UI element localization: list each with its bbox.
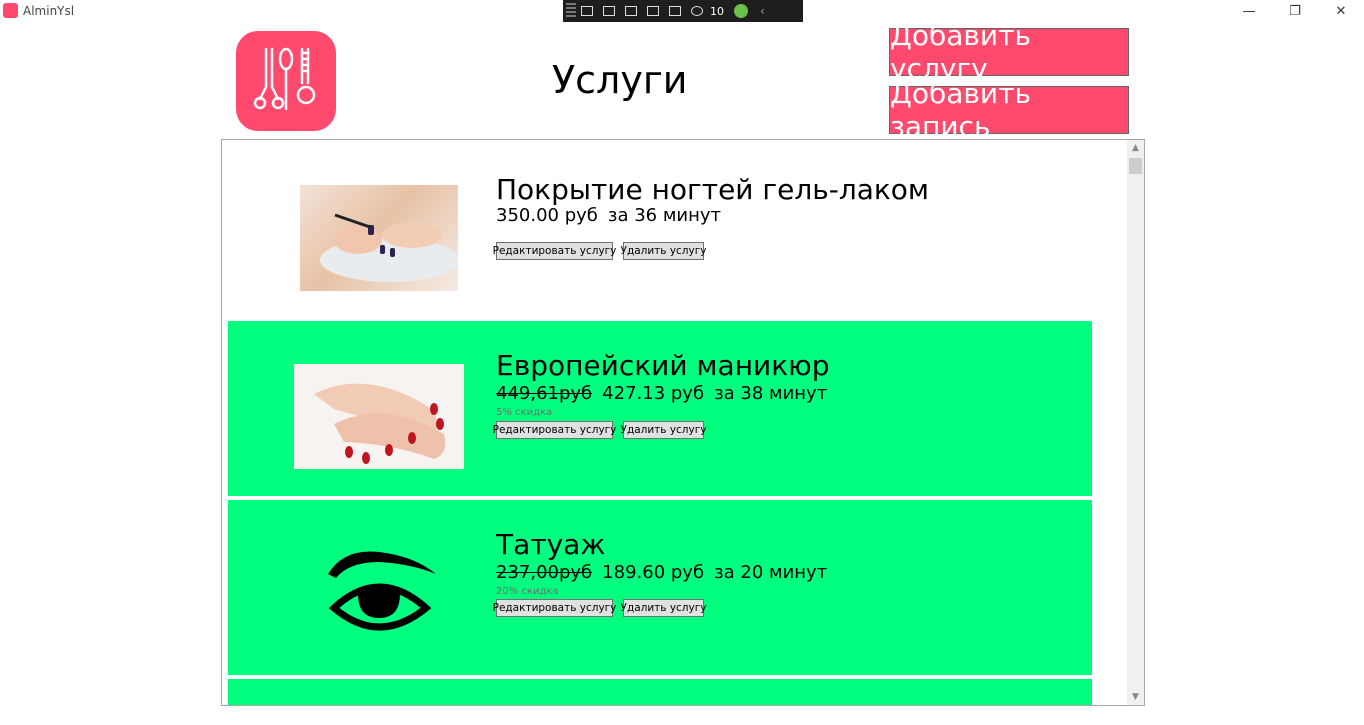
edit-service-button[interactable]: Редактировать услугу — [493, 242, 616, 260]
toolbar-grip-icon[interactable] — [566, 3, 576, 19]
eye-brow-icon — [324, 546, 436, 646]
manicure-photo — [294, 364, 464, 469]
check-icon[interactable] — [734, 4, 748, 18]
debug-toolbar: 10 ‹ — [563, 0, 803, 22]
live-tree-icon[interactable] — [576, 2, 598, 20]
service-price-line: 350.00 руб за 36 минут — [496, 205, 721, 226]
scroll-thumb[interactable] — [1129, 158, 1142, 174]
delete-service-button[interactable]: Удалить услугу — [621, 599, 706, 617]
app-icon — [3, 3, 18, 18]
service-name: Татуаж — [496, 528, 606, 561]
service-discount: 20% скидка — [496, 586, 559, 597]
service-duration: за 20 минут — [714, 562, 828, 583]
video-icon[interactable] — [598, 2, 620, 20]
scroll-up-icon[interactable]: ▲ — [1127, 140, 1144, 156]
edit-service-button[interactable]: Редактировать услугу — [493, 599, 616, 617]
page-title: Услуги — [552, 58, 688, 102]
service-price-line: 237,00руб 189.60 руб за 20 минут — [496, 562, 827, 583]
service-name: Покрытие ногтей гель-лаком — [496, 173, 930, 206]
gel-polish-photo — [300, 185, 460, 291]
close-button[interactable]: ✕ — [1318, 0, 1364, 22]
service-card: Европейский маникюр 449,61руб 427.13 руб з… — [228, 321, 1092, 496]
maximize-button[interactable]: ❐ — [1272, 0, 1318, 22]
add-record-button[interactable]: Добавить запись — [889, 77, 1129, 143]
service-card: Татуаж 237,00руб 189.60 руб за 20 минут 20… — [228, 500, 1092, 675]
service-card — [228, 679, 1092, 705]
list-scrollbar[interactable]: ▲ ▼ — [1127, 140, 1144, 705]
service-duration: за 36 минут — [607, 205, 722, 226]
service-duration: за 38 минут — [714, 383, 828, 404]
services-list[interactable]: Покрытие ногтей гель-лаком 350.00 руб за … — [221, 139, 1145, 706]
minimize-button[interactable]: — — [1226, 0, 1272, 22]
service-name: Европейский маникюр — [496, 349, 830, 382]
add-service-button[interactable]: Добавить услугу — [889, 19, 1129, 85]
delete-service-button[interactable]: Удалить услугу — [621, 242, 706, 260]
service-old-price: 237,00руб — [496, 562, 593, 583]
service-price: 350.00 руб — [496, 205, 598, 226]
service-price: 189.60 руб — [602, 562, 705, 583]
salon-logo — [236, 31, 336, 131]
service-discount: 5% скидка — [496, 407, 553, 418]
service-price: 427.13 руб — [602, 383, 705, 404]
select-element-icon[interactable] — [620, 2, 642, 20]
service-price-line: 449,61руб 427.13 руб за 38 минут — [496, 383, 827, 404]
delete-service-button[interactable]: Удалить услугу — [621, 421, 706, 439]
collapse-chevron-icon[interactable]: ‹ — [760, 4, 765, 18]
tools-icon — [253, 47, 316, 111]
adorners-icon[interactable] — [642, 2, 664, 20]
scroll-down-icon[interactable]: ▼ — [1127, 689, 1144, 705]
service-card: Покрытие ногтей гель-лаком 350.00 руб за … — [228, 140, 1092, 316]
binding-failures-icon[interactable] — [686, 2, 708, 20]
edit-service-button[interactable]: Редактировать услугу — [493, 421, 616, 439]
window-title: AlminYsl — [23, 4, 75, 18]
track-focus-icon[interactable] — [664, 2, 686, 20]
binding-failures-count: 10 — [710, 4, 724, 18]
service-old-price: 449,61руб — [496, 383, 593, 404]
